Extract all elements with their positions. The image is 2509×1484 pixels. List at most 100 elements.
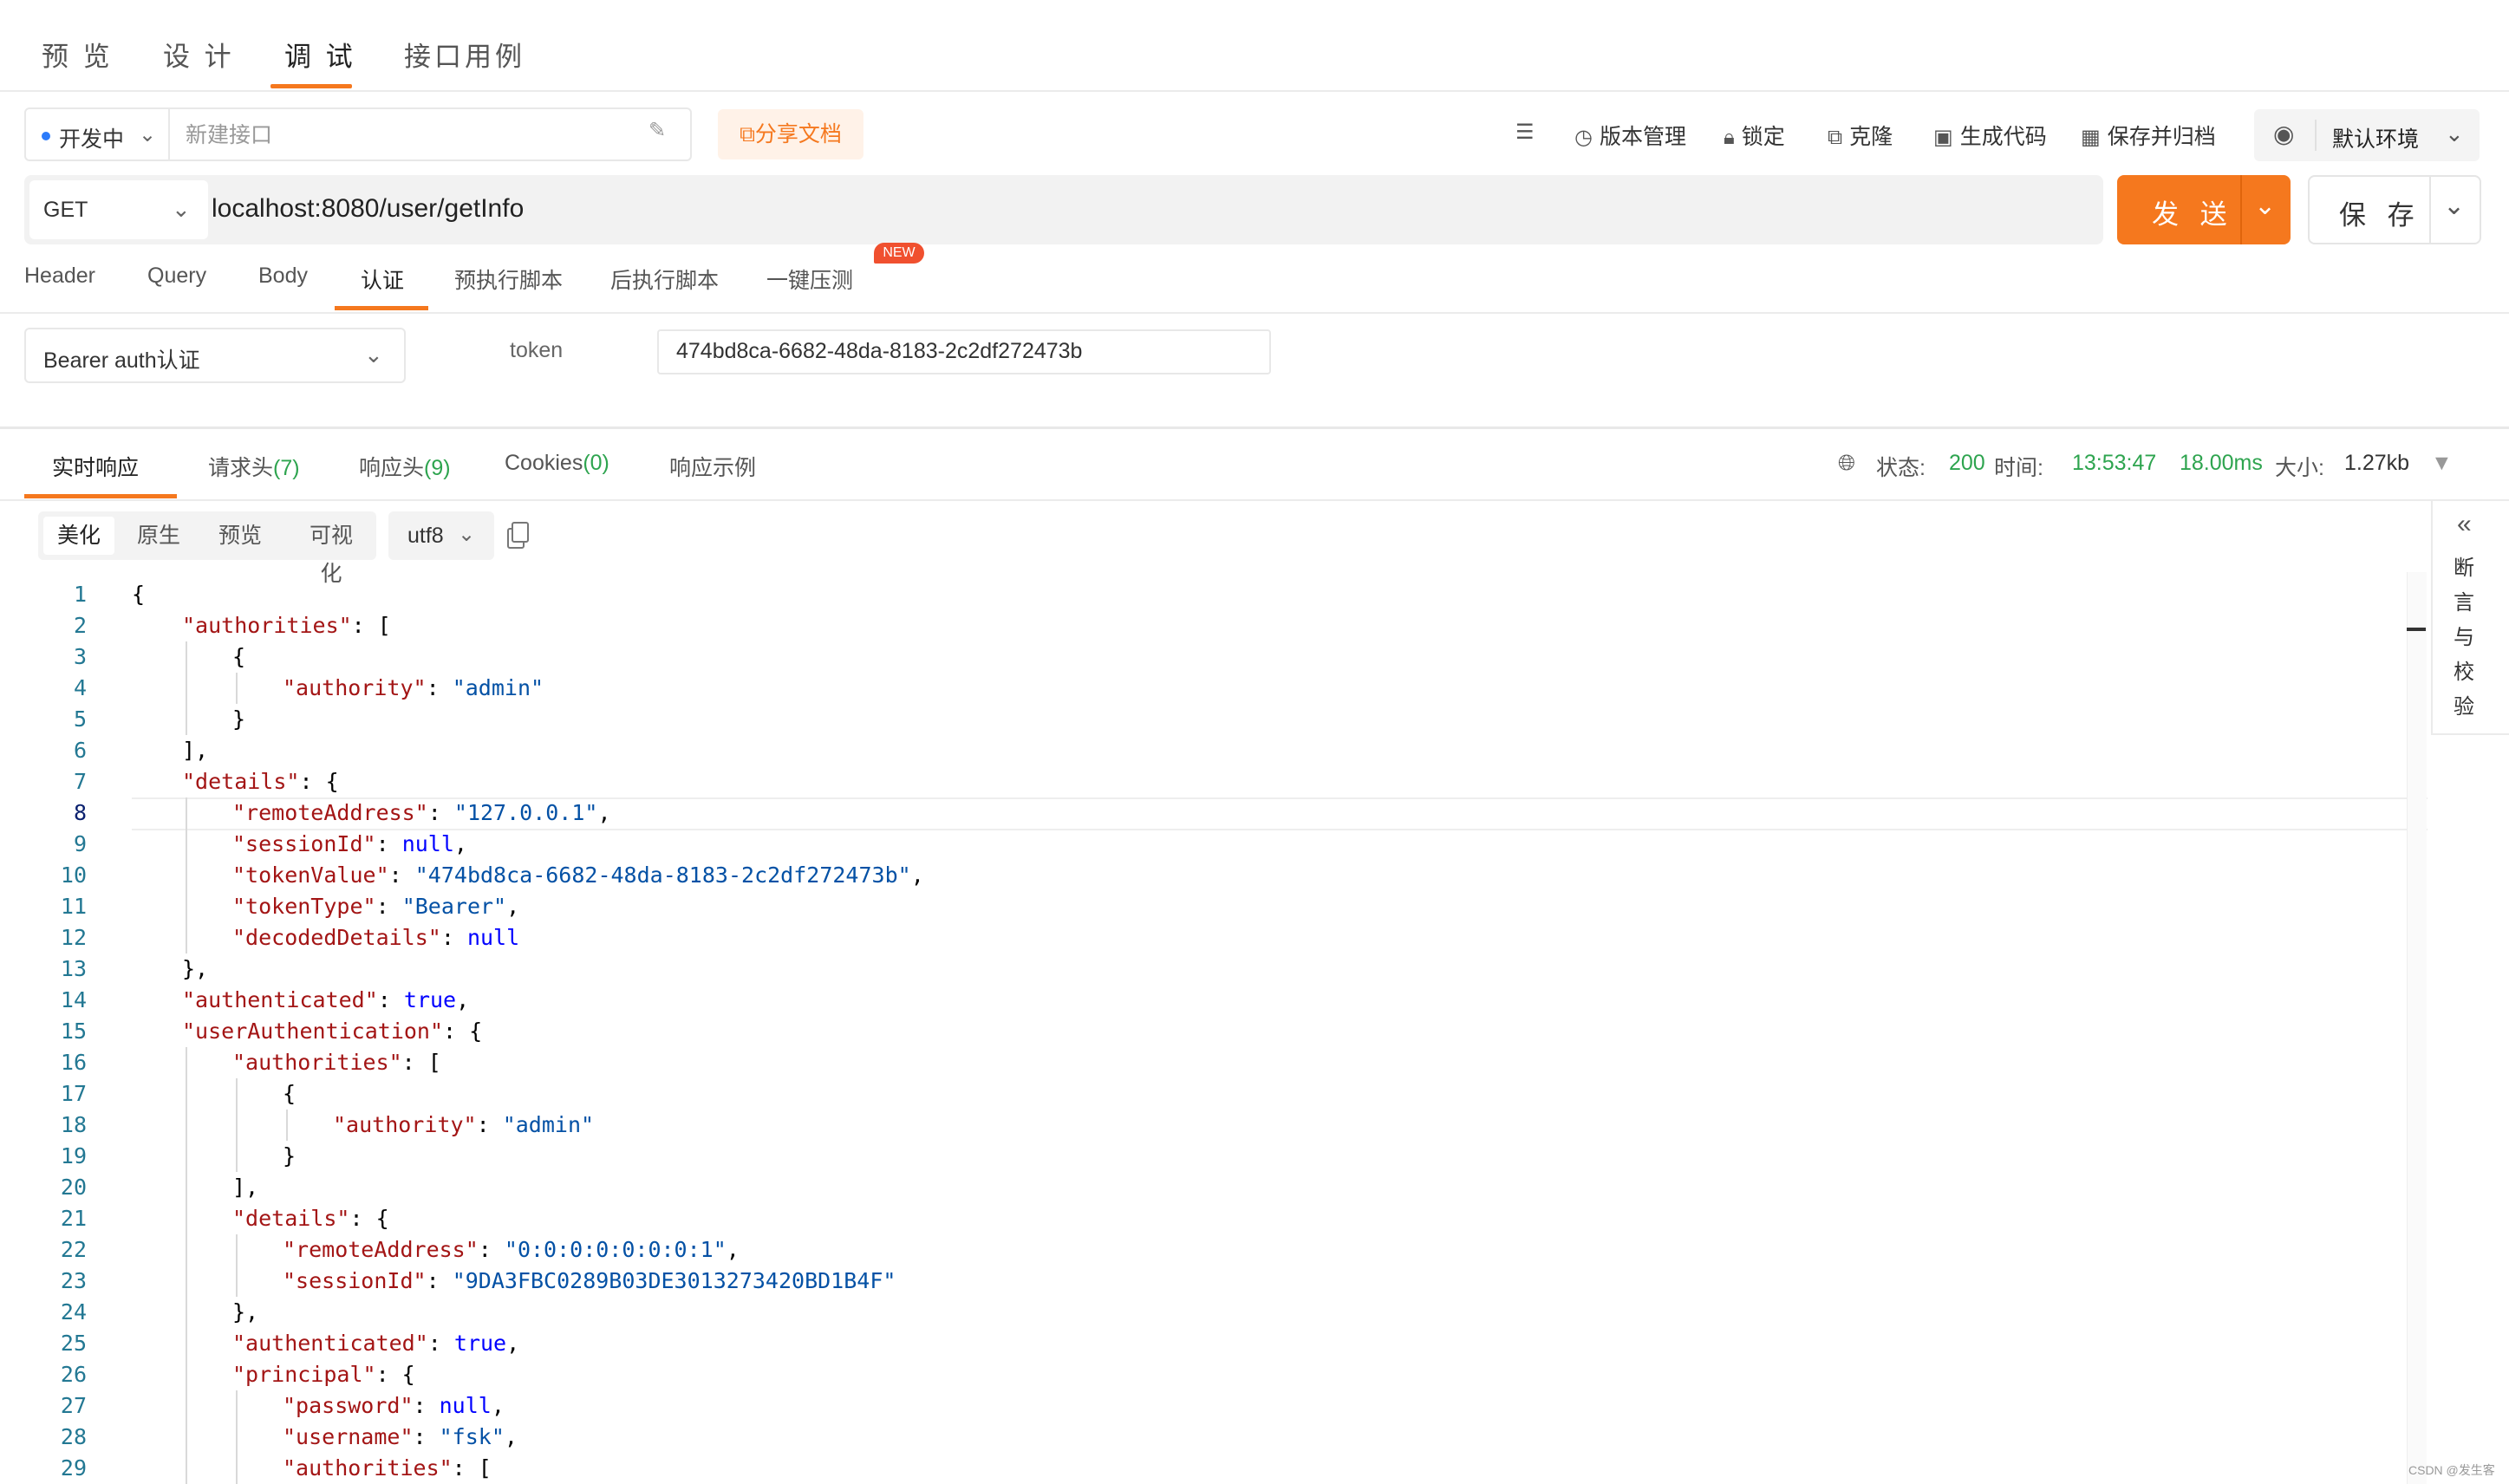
status-select[interactable]: 开发中 xyxy=(59,122,124,153)
code-text: } xyxy=(232,706,246,732)
tab-body[interactable]: Body xyxy=(258,264,308,289)
assertion-panel-toggle[interactable]: « 断言与校验 xyxy=(2431,499,2509,735)
clone-icon: ⧉ xyxy=(1828,126,1843,149)
tab-preview[interactable]: 预 览 xyxy=(42,35,114,74)
lock-button[interactable]: 🔒︎ 锁定 xyxy=(1724,120,1785,151)
method-select[interactable]: GET ⌄ xyxy=(29,180,208,239)
divider xyxy=(168,109,170,159)
code-text: "authority": "admin" xyxy=(333,1112,595,1137)
code-text: "remoteAddress": "0:0:0:0:0:0:0:1", xyxy=(283,1237,740,1262)
line-number: 5 xyxy=(73,706,87,732)
indent-guide xyxy=(186,797,187,829)
code-icon: ▣ xyxy=(1933,126,1953,149)
send-button[interactable]: 发 送 ⌄ xyxy=(2117,175,2291,244)
chevron-down-icon: ⌄ xyxy=(172,196,191,222)
indent-guide xyxy=(186,891,187,922)
indent-guide xyxy=(236,1390,238,1422)
code-line: 18 "authority": "admin" xyxy=(0,1110,2428,1141)
divider xyxy=(2240,175,2242,244)
view-beautify[interactable]: 美化 xyxy=(43,517,115,555)
tab-query[interactable]: Query xyxy=(147,264,206,289)
view-raw[interactable]: 原生 xyxy=(123,517,194,555)
active-tab-indicator xyxy=(24,494,177,498)
download-icon[interactable]: ▼ xyxy=(2431,451,2453,476)
tab-request-headers[interactable]: 请求头(7) xyxy=(208,451,300,482)
chevron-down-icon[interactable]: ⌄ xyxy=(2443,191,2465,221)
tab-live-response[interactable]: 实时响应 xyxy=(52,451,139,482)
code-line: 1{ xyxy=(0,579,2428,610)
line-number: 29 xyxy=(60,1455,87,1481)
code-line: 10 "tokenValue": "474bd8ca-6682-48da-8183… xyxy=(0,860,2428,891)
tab-debug[interactable]: 调 试 xyxy=(284,35,356,74)
outline-icon[interactable]: ☰ xyxy=(1515,120,1541,145)
tab-post-script[interactable]: 后执行脚本 xyxy=(610,264,719,295)
line-number: 7 xyxy=(73,769,87,794)
code-text: "remoteAddress": "127.0.0.1", xyxy=(232,800,611,825)
indent-guide xyxy=(236,1266,238,1297)
indent-guide xyxy=(186,1078,187,1110)
code-text: "details": { xyxy=(232,1206,389,1231)
edit-description-icon[interactable]: ✎ xyxy=(648,118,666,143)
indent-guide xyxy=(186,829,187,860)
code-line: 24}, xyxy=(0,1297,2428,1328)
encoding-label: utf8 xyxy=(407,524,444,548)
url-input[interactable]: localhost:8080/user/getInfo xyxy=(212,194,524,224)
indent-guide xyxy=(186,1359,187,1390)
divider xyxy=(2429,177,2431,243)
line-number: 19 xyxy=(60,1143,87,1168)
eye-icon[interactable]: ◉ xyxy=(2273,120,2294,148)
auth-type-select[interactable]: Bearer auth认证 ⌄ xyxy=(24,328,406,383)
clone-button[interactable]: ⧉ 克隆 xyxy=(1828,120,1893,151)
indent-guide xyxy=(186,704,187,735)
version-button[interactable]: ◷ 版本管理 xyxy=(1574,120,1686,151)
editor-scrollbar[interactable] xyxy=(2407,572,2427,1484)
active-tab-indicator xyxy=(270,84,352,88)
view-visualize[interactable]: 可视化 xyxy=(286,517,376,586)
view-preview[interactable]: 预览 xyxy=(205,517,276,555)
line-number: 10 xyxy=(60,862,87,888)
code-text: }, xyxy=(232,1299,259,1325)
save-archive-button[interactable]: ▦ 保存并归档 xyxy=(2081,120,2216,151)
save-button[interactable]: 保 存 ⌄ xyxy=(2308,175,2481,244)
top-tab-bar: 预 览 设 计 调 试 接口用例 xyxy=(0,0,2509,92)
tab-header[interactable]: Header xyxy=(24,264,95,289)
tab-test-cases[interactable]: 接口用例 xyxy=(404,35,525,74)
environment-select[interactable]: ◉ 默认环境 ⌄ xyxy=(2254,109,2480,161)
tab-design[interactable]: 设 计 xyxy=(163,35,235,74)
indent-guide xyxy=(236,1234,238,1266)
code-line: 13}, xyxy=(0,954,2428,985)
tab-auth[interactable]: 认证 xyxy=(361,264,404,295)
token-input[interactable]: 474bd8ca-6682-48da-8183-2c2df272473b xyxy=(657,329,1271,374)
api-name-input[interactable] xyxy=(184,118,638,153)
tab-cookies[interactable]: Cookies(0) xyxy=(505,451,609,476)
indent-guide xyxy=(186,1172,187,1203)
line-number: 27 xyxy=(60,1393,87,1418)
copy-icon[interactable] xyxy=(512,522,529,543)
request-url-bar: GET ⌄ localhost:8080/user/getInfo xyxy=(24,175,2103,244)
chevron-down-icon[interactable]: ⌄ xyxy=(139,122,156,147)
code-text: ], xyxy=(232,1175,259,1200)
encoding-select[interactable]: utf8 ⌄ xyxy=(388,511,494,560)
code-line: 15 "userAuthentication": { xyxy=(0,1016,2428,1047)
line-number: 8 xyxy=(73,800,87,825)
tab-pre-script[interactable]: 预执行脚本 xyxy=(454,264,563,295)
tab-response-headers[interactable]: 响应头(9) xyxy=(359,451,451,482)
code-text: "authorities": [ xyxy=(232,1050,441,1075)
line-number: 22 xyxy=(60,1237,87,1262)
active-tab-indicator xyxy=(335,306,428,310)
share-doc-button[interactable]: ⧉分享文档 xyxy=(718,109,863,159)
new-badge: NEW xyxy=(874,243,924,264)
response-code-editor[interactable]: 1{2 "authorities": [3{4 "authority": "admi… xyxy=(0,572,2428,1484)
code-line: 21 "details": { xyxy=(0,1203,2428,1234)
code-line: 19} xyxy=(0,1141,2428,1172)
scrollbar-thumb[interactable] xyxy=(2407,628,2426,631)
panel-resize-divider[interactable] xyxy=(0,426,2509,429)
tab-response-examples[interactable]: 响应示例 xyxy=(669,451,756,482)
code-text: "authenticated": true, xyxy=(232,1331,520,1356)
collapse-left-icon[interactable]: « xyxy=(2457,510,2472,539)
generate-code-button[interactable]: ▣ 生成代码 xyxy=(1933,120,2047,151)
code-text: "authenticated": true, xyxy=(182,987,470,1012)
code-text: { xyxy=(132,582,146,607)
tab-stress-test[interactable]: 一键压测 xyxy=(766,264,853,295)
chevron-down-icon[interactable]: ⌄ xyxy=(2254,191,2276,221)
